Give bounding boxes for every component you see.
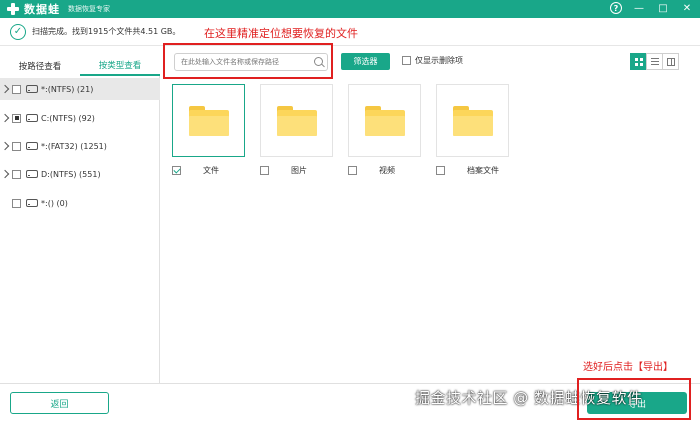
maximize-button[interactable]: □ [656, 1, 670, 15]
drive-label: D:(NTFS) (551) [41, 169, 101, 179]
drive-checkbox[interactable] [12, 198, 21, 208]
folder-icon [188, 105, 229, 136]
drive-tree: *:(NTFS) (21) C:(NTFS) (92) *:(FAT32) (1… [0, 76, 160, 383]
category-label-images: 图片 [260, 165, 307, 176]
category-name: 视频 [379, 166, 395, 175]
drive-item[interactable]: *:() (0) [0, 192, 160, 214]
drive-label: *:() (0) [41, 198, 68, 208]
plus-logo-icon [6, 2, 20, 16]
drive-label: *:(NTFS) (21) [41, 84, 94, 94]
category-checkbox[interactable] [172, 166, 181, 175]
folder-icon [452, 105, 493, 136]
chevron-right-icon[interactable] [0, 141, 10, 151]
category-checkbox[interactable] [260, 166, 269, 175]
view-mode-tabs: 按路径查看 按类型查看 [0, 56, 160, 76]
drive-checkbox[interactable] [12, 84, 21, 94]
tab-by-type[interactable]: 按类型查看 [80, 56, 160, 76]
drive-icon [26, 170, 38, 178]
category-label-archives: 档案文件 [436, 165, 499, 176]
tab-by-path[interactable]: 按路径查看 [0, 56, 80, 76]
category-label-documents: 文件 [172, 165, 219, 176]
category-tile-images[interactable] [260, 84, 333, 157]
drive-checkbox[interactable] [12, 141, 21, 151]
annotation-export-hint: 选好后点击【导出】 [583, 362, 673, 373]
drive-label: C:(NTFS) (92) [41, 113, 95, 123]
drive-icon [26, 199, 38, 207]
drive-checkbox[interactable] [12, 113, 21, 123]
category-tile-archives[interactable] [436, 84, 509, 157]
back-button[interactable]: 返回 [10, 392, 109, 414]
deleted-only-checkbox[interactable] [402, 56, 411, 65]
deleted-only-toggle[interactable]: 仅显示删除项 [402, 55, 463, 66]
view-switcher [630, 53, 679, 70]
help-button[interactable]: ? [610, 2, 622, 14]
grid-view-button[interactable] [630, 53, 647, 70]
category-checkbox[interactable] [348, 166, 357, 175]
drive-label: *:(FAT32) (1251) [41, 141, 107, 151]
check-circle-icon: ✓ [10, 23, 26, 40]
drive-icon [26, 85, 38, 93]
drive-item[interactable]: *:(FAT32) (1251) [0, 135, 160, 157]
folder-icon [276, 105, 317, 136]
app-subtitle: 数据恢复专家 [68, 5, 110, 13]
chevron-right-icon[interactable] [0, 169, 10, 179]
minimize-button[interactable]: — [632, 1, 646, 15]
detail-icon [666, 57, 675, 66]
annotation-search-highlight [163, 43, 333, 79]
filter-button[interactable]: 筛选器 [341, 53, 390, 70]
drive-item[interactable]: *:(NTFS) (21) [0, 78, 160, 100]
category-checkbox[interactable] [436, 166, 445, 175]
close-button[interactable]: ✕ [680, 1, 694, 15]
list-view-button[interactable] [646, 53, 663, 70]
category-label-videos: 视频 [348, 165, 395, 176]
category-tile-documents[interactable] [172, 84, 245, 157]
annotation-search-hint: 在这里精准定位想要恢复的文件 [204, 27, 358, 40]
app-name: 数据蛙 [24, 3, 60, 16]
list-icon [650, 58, 659, 65]
category-name: 图片 [291, 166, 307, 175]
chevron-right-icon[interactable] [0, 113, 10, 123]
category-name: 档案文件 [467, 166, 499, 175]
window-controls: ? — □ ✕ [610, 1, 694, 15]
drive-item[interactable]: C:(NTFS) (92) [0, 107, 160, 129]
scan-status-text: 扫描完成。找到1915个文件共4.51 GB。 [32, 27, 181, 36]
category-name: 文件 [203, 166, 219, 175]
category-tile-videos[interactable] [348, 84, 421, 157]
drive-checkbox[interactable] [12, 169, 21, 179]
drive-item[interactable]: D:(NTFS) (551) [0, 163, 160, 185]
detail-view-button[interactable] [662, 53, 679, 70]
drive-icon [26, 142, 38, 150]
deleted-only-label: 仅显示删除项 [415, 56, 463, 65]
folder-icon [364, 105, 405, 136]
drive-icon [26, 114, 38, 122]
chevron-right-icon[interactable] [0, 84, 10, 94]
app-logo: 数据蛙 数据恢复专家 [6, 1, 110, 17]
grid-icon [634, 57, 643, 66]
title-bar: 数据蛙 数据恢复专家 ? — □ ✕ [0, 0, 700, 18]
annotation-export-highlight [577, 378, 691, 420]
